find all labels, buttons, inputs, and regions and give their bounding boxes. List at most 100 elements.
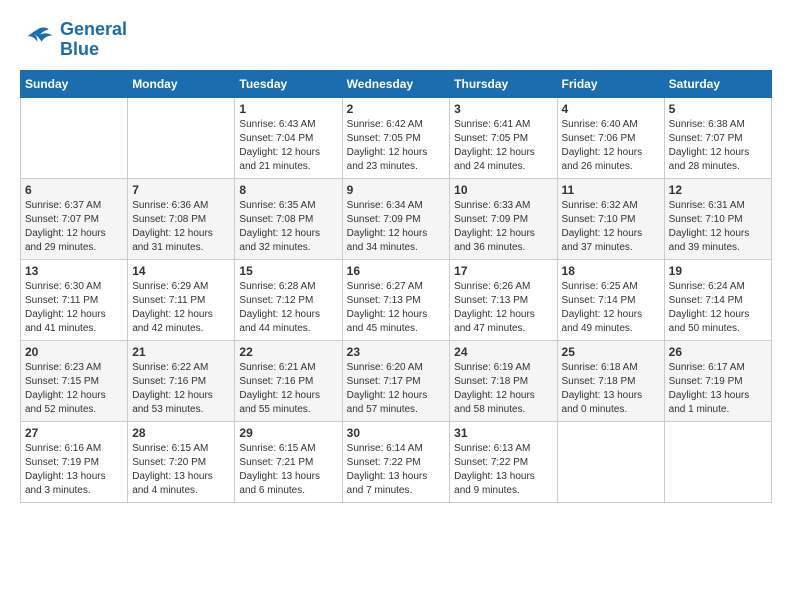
day-info: Sunrise: 6:27 AMSunset: 7:13 PMDaylight:…: [347, 280, 446, 336]
day-info: Sunrise: 6:40 AMSunset: 7:06 PMDaylight:…: [562, 118, 660, 174]
day-number: 11: [562, 183, 660, 197]
day-info: Sunrise: 6:35 AMSunset: 7:08 PMDaylight:…: [239, 199, 337, 255]
weekday-header-saturday: Saturday: [664, 70, 771, 97]
calendar-cell: 21 Sunrise: 6:22 AMSunset: 7:16 PMDayligh…: [128, 340, 235, 421]
day-info: Sunrise: 6:18 AMSunset: 7:18 PMDaylight:…: [562, 361, 660, 417]
day-info: Sunrise: 6:32 AMSunset: 7:10 PMDaylight:…: [562, 199, 660, 255]
calendar-cell: 28 Sunrise: 6:15 AMSunset: 7:20 PMDayligh…: [128, 421, 235, 502]
day-number: 14: [132, 264, 230, 278]
logo: General Blue: [20, 20, 127, 60]
calendar-cell: 9 Sunrise: 6:34 AMSunset: 7:09 PMDaylight…: [342, 178, 450, 259]
day-number: 8: [239, 183, 337, 197]
day-number: 13: [25, 264, 123, 278]
calendar-cell: [21, 97, 128, 178]
calendar-table: SundayMondayTuesdayWednesdayThursdayFrid…: [20, 70, 772, 503]
day-number: 29: [239, 426, 337, 440]
day-info: Sunrise: 6:22 AMSunset: 7:16 PMDaylight:…: [132, 361, 230, 417]
calendar-cell: 1Sunrise: 6:43 AMSunset: 7:04 PMDaylight…: [235, 97, 342, 178]
day-number: 15: [239, 264, 337, 278]
calendar-cell: 29 Sunrise: 6:15 AMSunset: 7:21 PMDayligh…: [235, 421, 342, 502]
day-number: 18: [562, 264, 660, 278]
day-info: Sunrise: 6:29 AMSunset: 7:11 PMDaylight:…: [132, 280, 230, 336]
day-number: 7: [132, 183, 230, 197]
weekday-header-row: SundayMondayTuesdayWednesdayThursdayFrid…: [21, 70, 772, 97]
calendar-cell: 24 Sunrise: 6:19 AMSunset: 7:18 PMDayligh…: [450, 340, 557, 421]
calendar-cell: 13 Sunrise: 6:30 AMSunset: 7:11 PMDayligh…: [21, 259, 128, 340]
day-info: Sunrise: 6:30 AMSunset: 7:11 PMDaylight:…: [25, 280, 123, 336]
calendar-cell: 7Sunrise: 6:36 AMSunset: 7:08 PMDaylight…: [128, 178, 235, 259]
day-number: 27: [25, 426, 123, 440]
page-header: General Blue: [20, 20, 772, 60]
weekday-header-sunday: Sunday: [21, 70, 128, 97]
calendar-cell: 19Sunrise: 6:24 AMSunset: 7:14 PMDayligh…: [664, 259, 771, 340]
day-info: Sunrise: 6:21 AMSunset: 7:16 PMDaylight:…: [239, 361, 337, 417]
calendar-cell: [664, 421, 771, 502]
day-info: Sunrise: 6:34 AMSunset: 7:09 PMDaylight:…: [347, 199, 446, 255]
calendar-cell: 14 Sunrise: 6:29 AMSunset: 7:11 PMDayligh…: [128, 259, 235, 340]
day-info: Sunrise: 6:25 AMSunset: 7:14 PMDaylight:…: [562, 280, 660, 336]
day-info: Sunrise: 6:42 AMSunset: 7:05 PMDaylight:…: [347, 118, 446, 174]
day-info: Sunrise: 6:31 AMSunset: 7:10 PMDaylight:…: [669, 199, 767, 255]
weekday-header-thursday: Thursday: [450, 70, 557, 97]
calendar-week-3: 13 Sunrise: 6:30 AMSunset: 7:11 PMDayligh…: [21, 259, 772, 340]
logo-icon: [20, 22, 56, 58]
day-number: 4: [562, 102, 660, 116]
day-number: 30: [347, 426, 446, 440]
day-number: 20: [25, 345, 123, 359]
day-number: 28: [132, 426, 230, 440]
calendar-cell: 8 Sunrise: 6:35 AMSunset: 7:08 PMDaylight…: [235, 178, 342, 259]
weekday-header-wednesday: Wednesday: [342, 70, 450, 97]
day-info: Sunrise: 6:15 AMSunset: 7:21 PMDaylight:…: [239, 442, 337, 498]
day-info: Sunrise: 6:23 AMSunset: 7:15 PMDaylight:…: [25, 361, 123, 417]
day-number: 2: [347, 102, 446, 116]
day-number: 6: [25, 183, 123, 197]
calendar-cell: 4 Sunrise: 6:40 AMSunset: 7:06 PMDaylight…: [557, 97, 664, 178]
calendar-cell: 6 Sunrise: 6:37 AMSunset: 7:07 PMDaylight…: [21, 178, 128, 259]
calendar-cell: 10 Sunrise: 6:33 AMSunset: 7:09 PMDayligh…: [450, 178, 557, 259]
day-number: 16: [347, 264, 446, 278]
logo-text: General Blue: [60, 20, 127, 60]
day-info: Sunrise: 6:26 AMSunset: 7:13 PMDaylight:…: [454, 280, 552, 336]
day-number: 3: [454, 102, 552, 116]
day-info: Sunrise: 6:13 AMSunset: 7:22 PMDaylight:…: [454, 442, 552, 498]
calendar-cell: 15 Sunrise: 6:28 AMSunset: 7:12 PMDayligh…: [235, 259, 342, 340]
calendar-cell: 26 Sunrise: 6:17 AMSunset: 7:19 PMDayligh…: [664, 340, 771, 421]
day-info: Sunrise: 6:14 AMSunset: 7:22 PMDaylight:…: [347, 442, 446, 498]
calendar-cell: 18 Sunrise: 6:25 AMSunset: 7:14 PMDayligh…: [557, 259, 664, 340]
day-info: Sunrise: 6:20 AMSunset: 7:17 PMDaylight:…: [347, 361, 446, 417]
calendar-cell: 5 Sunrise: 6:38 AMSunset: 7:07 PMDaylight…: [664, 97, 771, 178]
day-number: 5: [669, 102, 767, 116]
calendar-cell: 12 Sunrise: 6:31 AMSunset: 7:10 PMDayligh…: [664, 178, 771, 259]
day-number: 17: [454, 264, 552, 278]
calendar-cell: 3Sunrise: 6:41 AMSunset: 7:05 PMDaylight…: [450, 97, 557, 178]
day-info: Sunrise: 6:15 AMSunset: 7:20 PMDaylight:…: [132, 442, 230, 498]
day-info: Sunrise: 6:37 AMSunset: 7:07 PMDaylight:…: [25, 199, 123, 255]
day-number: 24: [454, 345, 552, 359]
day-info: Sunrise: 6:17 AMSunset: 7:19 PMDaylight:…: [669, 361, 767, 417]
day-number: 23: [347, 345, 446, 359]
day-number: 25: [562, 345, 660, 359]
day-info: Sunrise: 6:38 AMSunset: 7:07 PMDaylight:…: [669, 118, 767, 174]
day-number: 10: [454, 183, 552, 197]
day-number: 19: [669, 264, 767, 278]
day-number: 1: [239, 102, 337, 116]
day-number: 12: [669, 183, 767, 197]
calendar-week-4: 20 Sunrise: 6:23 AMSunset: 7:15 PMDayligh…: [21, 340, 772, 421]
day-number: 22: [239, 345, 337, 359]
day-info: Sunrise: 6:28 AMSunset: 7:12 PMDaylight:…: [239, 280, 337, 336]
calendar-cell: [128, 97, 235, 178]
day-info: Sunrise: 6:16 AMSunset: 7:19 PMDaylight:…: [25, 442, 123, 498]
day-number: 31: [454, 426, 552, 440]
day-number: 26: [669, 345, 767, 359]
calendar-cell: 31 Sunrise: 6:13 AMSunset: 7:22 PMDayligh…: [450, 421, 557, 502]
day-number: 9: [347, 183, 446, 197]
weekday-header-tuesday: Tuesday: [235, 70, 342, 97]
calendar-cell: 25 Sunrise: 6:18 AMSunset: 7:18 PMDayligh…: [557, 340, 664, 421]
calendar-cell: 11 Sunrise: 6:32 AMSunset: 7:10 PMDayligh…: [557, 178, 664, 259]
day-info: Sunrise: 6:19 AMSunset: 7:18 PMDaylight:…: [454, 361, 552, 417]
calendar-week-5: 27 Sunrise: 6:16 AMSunset: 7:19 PMDayligh…: [21, 421, 772, 502]
day-number: 21: [132, 345, 230, 359]
calendar-cell: [557, 421, 664, 502]
day-info: Sunrise: 6:33 AMSunset: 7:09 PMDaylight:…: [454, 199, 552, 255]
calendar-week-1: 1Sunrise: 6:43 AMSunset: 7:04 PMDaylight…: [21, 97, 772, 178]
